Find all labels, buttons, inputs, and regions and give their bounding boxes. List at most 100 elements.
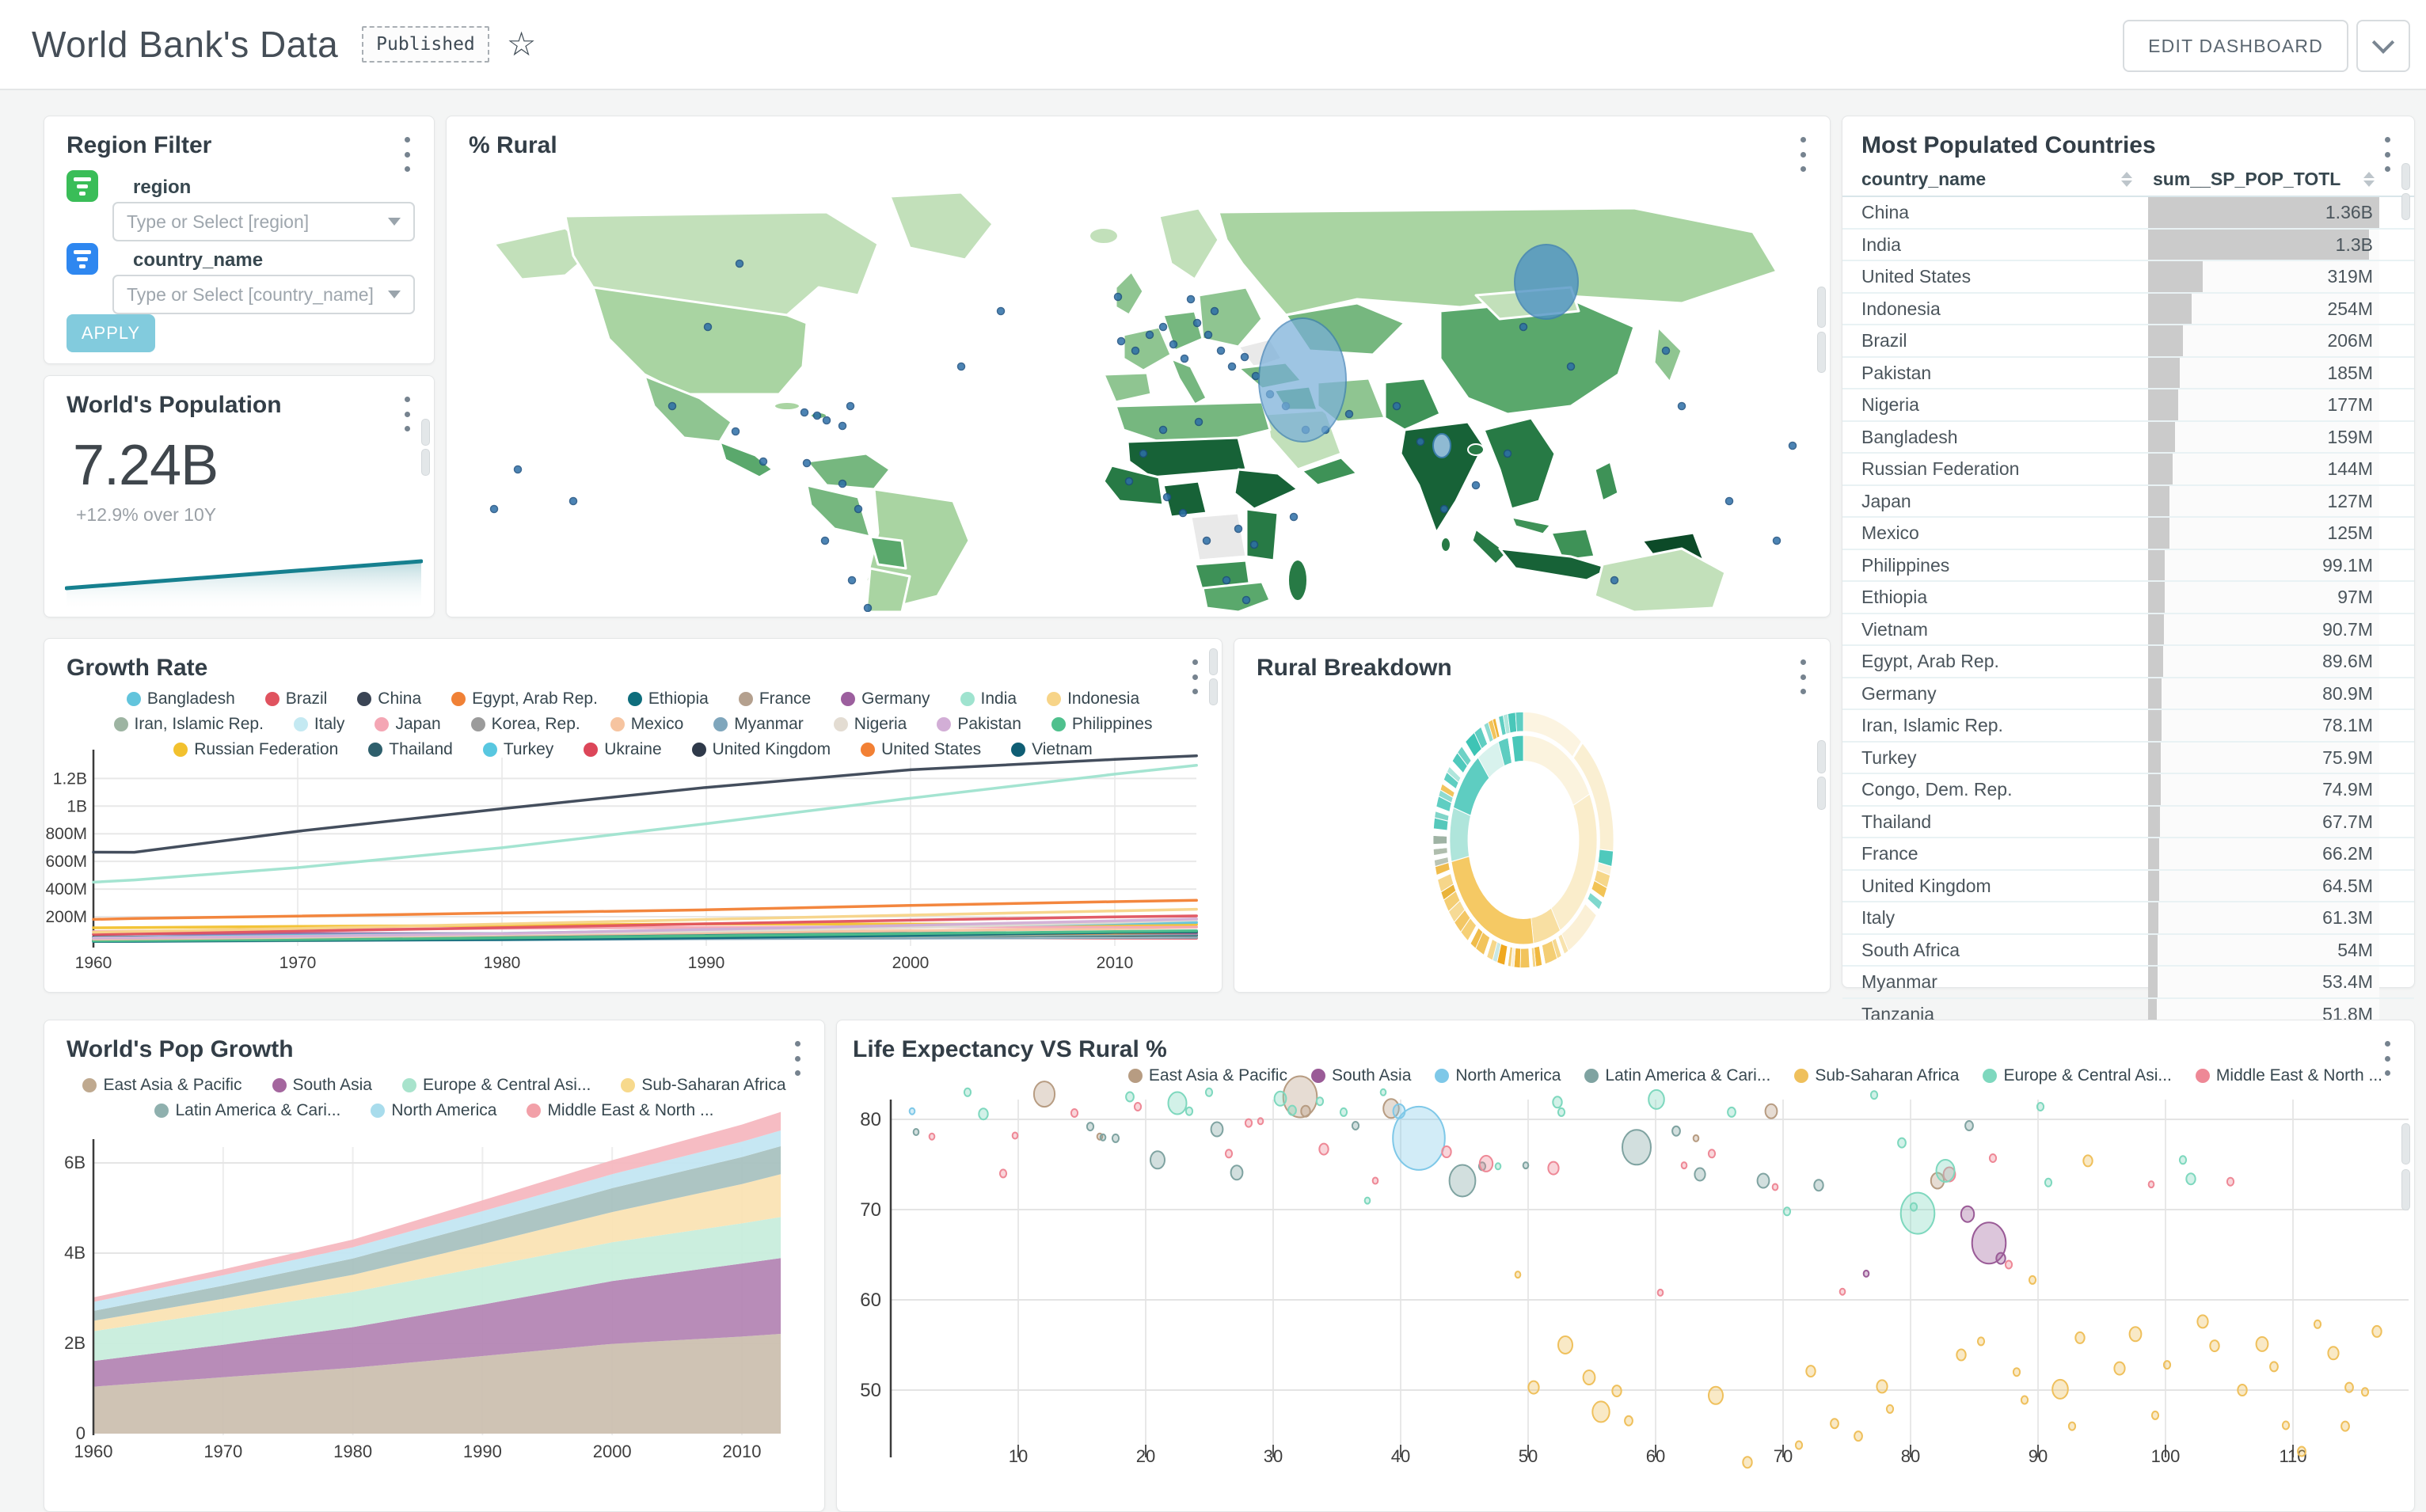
svg-text:60: 60 [1646,1446,1665,1466]
scrollbar-thumb[interactable] [1817,332,1826,373]
svg-text:2000: 2000 [593,1442,632,1461]
table-row: Egypt, Arab Rep.89.6M [1842,644,2414,677]
scrollbar-thumb[interactable] [2401,163,2410,190]
scrollbar-thumb[interactable] [1817,740,1826,773]
dashboard-header: World Bank's Data Published ☆ EDIT DASHB… [0,0,2426,90]
population-bar [2148,614,2164,645]
svg-text:70: 70 [1774,1446,1793,1466]
population-value-cell: 64.5M [2322,876,2373,897]
header-menu-button[interactable] [2356,20,2410,72]
country-name-cell: Pakistan [1861,363,1931,384]
svg-text:200M: 200M [45,908,87,926]
scrollbar-thumb[interactable] [1209,648,1218,675]
country-name-cell: Myanmar [1861,971,1937,993]
svg-text:70: 70 [860,1199,881,1221]
sort-icon[interactable] [2121,172,2132,187]
svg-text:40: 40 [1391,1446,1410,1466]
population-bar [2148,389,2178,420]
svg-text:2B: 2B [64,1333,86,1353]
table-row: United States319M [1842,260,2414,292]
world-map[interactable] [447,169,1830,612]
svg-text:1980: 1980 [484,954,521,972]
favorite-star-icon[interactable]: ☆ [507,28,537,61]
table-row: Pakistan 185M [1842,356,2414,389]
country-name-cell: Turkey [1861,747,1916,769]
population-value-cell: 185M [2327,363,2373,384]
scrollbar-thumb[interactable] [421,419,430,446]
population-bar [2148,838,2159,869]
svg-text:30: 30 [1264,1446,1283,1466]
column-header-population[interactable]: sum__SP_POP_TOTL [2153,169,2340,190]
table-row: South Africa54M [1842,933,2414,966]
scrollbar-thumb[interactable] [2401,193,2410,220]
page-title: World Bank's Data [32,23,338,66]
kebab-menu-icon[interactable] [396,135,418,173]
population-bar [2148,582,2165,613]
published-badge[interactable]: Published [362,26,489,63]
rural-breakdown-sunburst [1234,639,1830,992]
scrollbar-thumb[interactable] [2401,1123,2410,1164]
sort-icon[interactable] [2363,172,2375,187]
country-name-cell: Vietnam [1861,619,1928,640]
table-body: China1.36BIndia1.3BUnited States319MIndo… [1842,196,2414,1029]
population-value-cell: 125M [2327,522,2373,544]
svg-text:0: 0 [76,1423,86,1443]
kebab-menu-icon[interactable] [396,395,418,433]
table-row: Vietnam90.7M [1842,613,2414,645]
chevron-down-icon [2372,32,2394,54]
scrollbar-thumb[interactable] [1209,678,1218,705]
svg-text:1990: 1990 [463,1442,502,1461]
svg-text:2010: 2010 [723,1442,762,1461]
population-value-cell: 99.1M [2322,555,2373,576]
svg-text:1970: 1970 [279,954,317,972]
growth-rate-chart: 196019701980199020002010200M400M600M800M… [44,639,1222,992]
table-row: Bangladesh159M [1842,420,2414,453]
table-row: Japan127M [1842,484,2414,517]
chevron-down-icon [388,291,401,298]
scrollbar-thumb[interactable] [1817,287,1826,328]
scrollbar-thumb[interactable] [421,449,430,476]
population-value-cell: 319M [2327,266,2373,287]
country-name-cell: Indonesia [1861,298,1941,320]
population-bar [2148,902,2158,933]
svg-text:60: 60 [860,1290,881,1311]
scrollbar-thumb[interactable] [1817,777,1826,810]
edit-dashboard-button[interactable]: EDIT DASHBOARD [2123,20,2348,72]
column-header-country[interactable]: country_name [1861,169,1986,190]
worlds-pop-growth-card: World's Pop Growth East Asia & PacificSo… [44,1020,825,1512]
svg-text:1960: 1960 [75,954,112,972]
growth-rate-card: Growth Rate BangladeshBrazilChinaEgypt, … [44,638,1223,993]
rural-map-card: % Rural [446,116,1831,617]
scrollbar-thumb[interactable] [2401,1169,2410,1210]
svg-text:80: 80 [860,1109,881,1130]
country-name-cell: Brazil [1861,330,1907,351]
kebab-menu-icon[interactable] [1792,135,1814,173]
svg-text:600M: 600M [45,853,87,871]
svg-text:800M: 800M [45,825,87,843]
population-value-cell: 80.9M [2322,683,2373,705]
country-name-cell: China [1861,202,1909,223]
country-name-cell: Congo, Dem. Rep. [1861,779,2012,800]
life-expectancy-chart: 10203040506070809010011080706050 [837,1020,2414,1511]
country-name-cell: Russian Federation [1861,458,2019,480]
population-bar [2148,261,2203,292]
svg-text:1960: 1960 [74,1442,113,1461]
svg-text:90: 90 [2029,1446,2048,1466]
population-value-cell: 61.3M [2322,907,2373,929]
most-populated-countries-card: Most Populated Countries country_name su… [1842,116,2415,988]
country-name-cell: South Africa [1861,940,1960,961]
country-name-cell: Nigeria [1861,394,1919,416]
apply-button[interactable]: APPLY [67,314,155,352]
population-bar [2148,518,2169,549]
country-name-cell: Japan [1861,491,1911,512]
population-bar [2148,743,2161,773]
population-bar [2148,422,2175,453]
country-name-select[interactable]: Type or Select [country_name] [112,275,415,314]
table-header: country_name sum__SP_POP_TOTL [1842,165,2414,196]
pop-growth-chart: 02B4B6B196019701980199020002010 [44,1020,824,1511]
big-number-value: 7.24B [73,433,218,498]
card-title: Region Filter [67,132,211,159]
region-select[interactable]: Type or Select [region] [112,202,415,241]
population-bar [2148,807,2160,838]
life-expectancy-card: Life Expectancy VS Rural % East Asia & P… [836,1020,2415,1512]
